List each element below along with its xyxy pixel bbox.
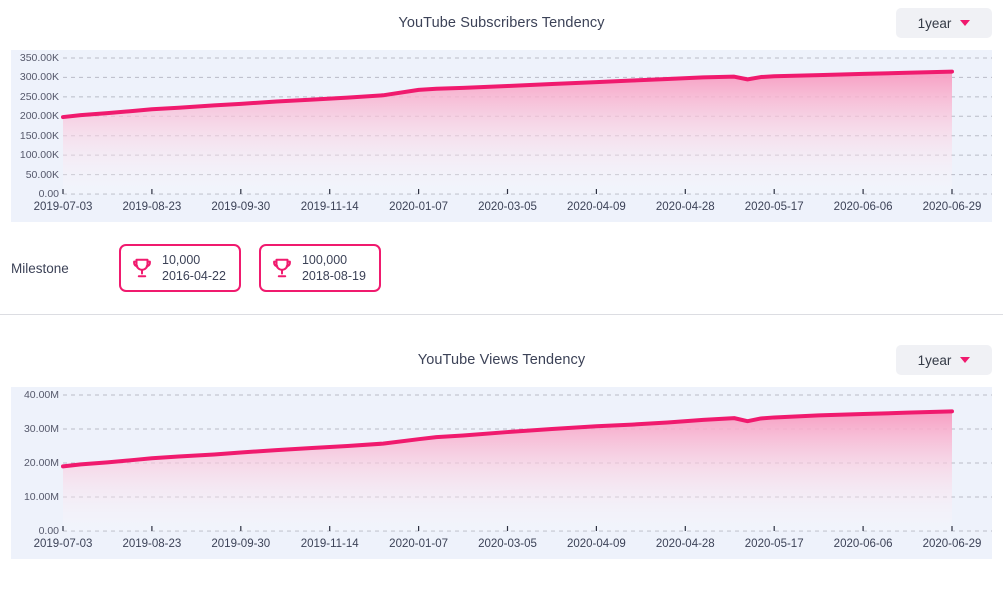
milestone-row: Milestone 10,000 2016-04-22 100,000 2018… <box>0 222 1003 314</box>
views-chart[interactable]: 40.00M 30.00M 20.00M 10.00M 0.00 <box>11 387 992 537</box>
views-panel: YouTube Views Tendency 1year 40.00M 30.00… <box>0 315 1003 559</box>
range-select-views[interactable]: 1year <box>896 345 992 375</box>
subscribers-panel: YouTube Subscribers Tendency 1year 350.0… <box>0 0 1003 315</box>
chevron-down-icon <box>960 357 971 363</box>
milestone-badge-text: 100,000 2018-08-19 <box>302 252 366 285</box>
subscribers-panel-header: YouTube Subscribers Tendency 1year <box>0 0 1003 50</box>
area-fill-subscribers <box>63 71 952 194</box>
milestone-badge[interactable]: 10,000 2016-04-22 <box>119 244 241 292</box>
x-axis-tick-label: 2020-06-29 <box>922 538 982 550</box>
x-axis-labels-subscribers: 2019-07-03 2019-08-23 2019-09-30 2019-11-14… <box>11 200 992 222</box>
x-axis-tick-label: 2020-01-07 <box>389 538 449 550</box>
x-axis-tick-label: 2020-04-09 <box>566 538 626 550</box>
range-select-label-subscribers: 1year <box>917 15 952 31</box>
views-panel-spacer <box>0 315 1003 337</box>
milestone-date: 2016-04-22 <box>162 269 226 283</box>
x-axis-tick-label: 2019-08-23 <box>122 201 182 213</box>
milestone-date: 2018-08-19 <box>301 269 366 283</box>
area-fill-views <box>63 411 952 531</box>
x-axis-tick-label: 2020-01-07 <box>389 201 449 213</box>
subscribers-chart-canvas <box>61 57 992 195</box>
milestone-badges: 10,000 2016-04-22 100,000 2018-08-19 <box>119 244 381 292</box>
x-axis-tick-label: 2019-11-14 <box>300 201 359 213</box>
x-axis-tick-label: 2020-04-28 <box>655 201 715 213</box>
x-axis-labels-views: 2019-07-03 2019-08-23 2019-09-30 2019-11-14… <box>11 537 992 559</box>
x-axis-tick-label: 2020-05-17 <box>744 538 804 550</box>
x-axis-tick-label: 2019-09-30 <box>211 201 271 213</box>
x-axis-tick-label: 2019-07-03 <box>33 538 93 550</box>
x-axis-tick-label: 2019-11-14 <box>300 538 359 550</box>
subscribers-chart[interactable]: 350.00K 300.00K 250.00K 200.00K 150.00K 100.0… <box>11 50 992 200</box>
x-axis-tick-label: 2020-03-05 <box>478 538 537 550</box>
milestone-label: Milestone <box>11 260 69 276</box>
x-axis-tick-label: 2020-04-09 <box>566 201 626 213</box>
page-title-subscribers: YouTube Subscribers Tendency <box>398 15 605 31</box>
x-axis-tick-label: 2020-03-05 <box>478 201 537 213</box>
x-axis-tick-label: 2019-08-23 <box>122 538 182 550</box>
x-axis-tick-label: 2019-09-30 <box>211 538 271 550</box>
x-axis-tick-label: 2019-07-03 <box>33 201 93 213</box>
page-title-views: YouTube Views Tendency <box>417 352 586 368</box>
milestone-count: 10,000 <box>162 252 201 267</box>
trophy-icon <box>273 258 291 278</box>
milestone-badge-text: 10,000 2016-04-22 <box>162 252 226 285</box>
range-select-subscribers[interactable]: 1year <box>896 8 992 38</box>
x-axis-tick-label: 2020-06-29 <box>922 201 982 213</box>
chevron-down-icon <box>960 20 971 26</box>
milestone-badge[interactable]: 100,000 2018-08-19 <box>258 244 381 292</box>
x-axis-tick-label: 2020-06-06 <box>833 201 893 213</box>
views-chart-canvas <box>61 394 992 532</box>
x-axis-tick-label: 2020-06-06 <box>833 538 893 550</box>
trophy-icon <box>133 258 151 278</box>
x-axis-tick-label: 2020-04-28 <box>655 538 715 550</box>
views-panel-header: YouTube Views Tendency 1year <box>0 337 1003 387</box>
x-axis-tick-label: 2020-05-17 <box>744 201 804 213</box>
range-select-label-views: 1year <box>917 352 952 368</box>
milestone-count: 100,000 <box>301 252 348 267</box>
